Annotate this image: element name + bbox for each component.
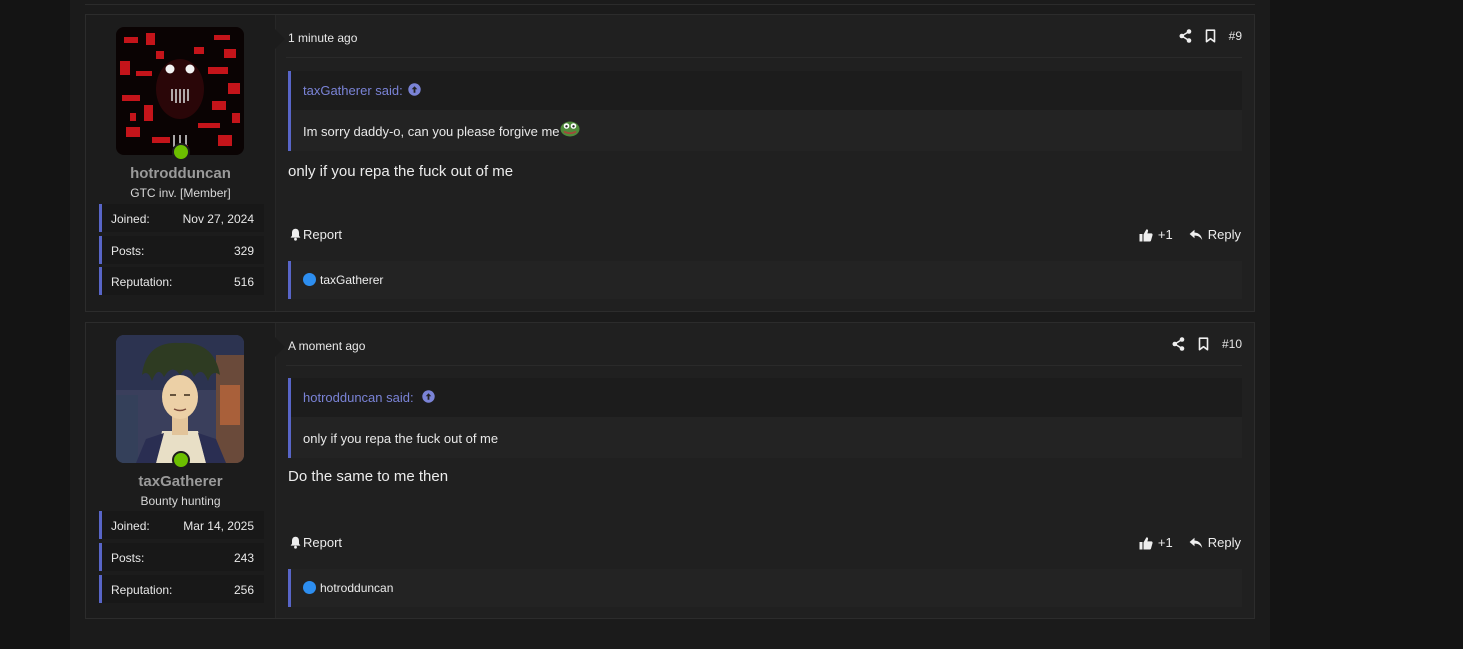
quote-header: hotrodduncan said: xyxy=(291,378,1242,417)
report-button[interactable]: Report xyxy=(290,227,342,242)
user-title: Bounty hunting xyxy=(140,494,221,508)
reaction-user[interactable]: hotrodduncan xyxy=(320,581,393,595)
quote-block: taxGatherer said: Im sorry daddy-o, can … xyxy=(288,71,1242,151)
post-actions: +1 Reply xyxy=(1139,535,1241,550)
post-number[interactable]: #9 xyxy=(1229,29,1242,43)
bell-icon xyxy=(290,536,301,549)
post-message: only if you repa the fuck out of me xyxy=(288,163,514,180)
thumbs-up-icon xyxy=(1139,536,1153,550)
pepe-emoji-icon xyxy=(560,119,580,140)
stat-value: Nov 27, 2024 xyxy=(182,212,254,226)
reactions-bar[interactable]: hotrodduncan xyxy=(288,569,1242,607)
thread-column: hotrodduncan GTC inv. [Member] Joined: N… xyxy=(70,0,1270,649)
reply-button[interactable]: Reply xyxy=(1189,535,1241,550)
bell-icon xyxy=(290,228,301,241)
like-count: +1 xyxy=(1157,535,1173,550)
stat-joined: Joined: Mar 14, 2025 xyxy=(99,511,264,539)
quote-body: only if you repa the fuck out of me xyxy=(291,417,1242,458)
share-icon[interactable] xyxy=(1172,337,1185,351)
like-reaction-icon xyxy=(303,273,316,286)
user-title: GTC inv. [Member] xyxy=(130,186,231,200)
stat-label: Posts: xyxy=(111,551,145,565)
header-divider xyxy=(286,57,1242,58)
avatar[interactable] xyxy=(116,335,244,463)
quote-header: taxGatherer said: xyxy=(291,71,1242,110)
online-status-dot xyxy=(172,451,190,469)
reply-icon xyxy=(1189,537,1203,549)
stat-value: 243 xyxy=(233,551,254,565)
message-pointer xyxy=(275,29,285,49)
report-label: Report xyxy=(303,535,343,550)
stat-label: Reputation: xyxy=(111,275,173,289)
quote-block: hotrodduncan said: only if you repa the … xyxy=(288,378,1242,458)
stat-value: 329 xyxy=(233,244,254,258)
reply-label: Reply xyxy=(1207,535,1241,550)
stat-value: 256 xyxy=(233,583,254,597)
stat-reputation: Reputation: 256 xyxy=(99,575,264,603)
quote-attribution[interactable]: taxGatherer said: xyxy=(303,83,403,98)
stat-value: Mar 14, 2025 xyxy=(183,519,254,533)
reactions-bar[interactable]: taxGatherer xyxy=(288,261,1242,299)
stat-joined: Joined: Nov 27, 2024 xyxy=(99,204,264,232)
previous-post-edge xyxy=(85,0,1255,5)
post-9: hotrodduncan GTC inv. [Member] Joined: N… xyxy=(85,14,1255,312)
username[interactable]: taxGatherer xyxy=(86,473,275,490)
stat-posts: Posts: 243 xyxy=(99,543,264,571)
post-10: taxGatherer Bounty hunting Joined: Mar 1… xyxy=(85,322,1255,619)
bookmark-icon[interactable] xyxy=(1198,337,1209,351)
quote-attribution[interactable]: hotrodduncan said: xyxy=(303,390,414,405)
report-button[interactable]: Report xyxy=(290,535,342,550)
stat-label: Joined: xyxy=(111,212,150,226)
report-label: Report xyxy=(303,227,343,242)
post-header-actions: #10 xyxy=(1172,336,1242,352)
user-info-column: hotrodduncan GTC inv. [Member] Joined: N… xyxy=(86,15,276,311)
arrow-up-circle-icon[interactable] xyxy=(408,83,421,99)
stat-reputation: Reputation: 516 xyxy=(99,267,264,295)
username[interactable]: hotrodduncan xyxy=(86,165,275,182)
reply-label: Reply xyxy=(1207,227,1241,242)
post-time[interactable]: A moment ago xyxy=(288,339,365,353)
quote-text: only if you repa the fuck out of me xyxy=(303,431,499,446)
post-header-actions: #9 xyxy=(1179,28,1242,44)
stat-value: 516 xyxy=(233,275,254,289)
arrow-up-circle-icon[interactable] xyxy=(422,390,435,406)
header-divider xyxy=(286,365,1242,366)
share-icon[interactable] xyxy=(1179,29,1192,43)
avatar[interactable] xyxy=(116,27,244,155)
reaction-user[interactable]: taxGatherer xyxy=(320,273,383,287)
stat-posts: Posts: 329 xyxy=(99,236,264,264)
stat-label: Reputation: xyxy=(111,583,173,597)
thumbs-up-icon xyxy=(1139,228,1153,242)
post-number[interactable]: #10 xyxy=(1222,337,1242,351)
reply-icon xyxy=(1189,229,1203,241)
user-info-column: taxGatherer Bounty hunting Joined: Mar 1… xyxy=(86,323,276,618)
like-button[interactable]: +1 xyxy=(1139,535,1173,550)
reply-button[interactable]: Reply xyxy=(1189,227,1241,242)
stat-label: Posts: xyxy=(111,244,145,258)
post-message: Do the same to me then xyxy=(288,468,449,485)
post-actions: +1 Reply xyxy=(1139,227,1241,242)
quote-text: Im sorry daddy-o, can you please forgive… xyxy=(303,124,560,139)
online-status-dot xyxy=(172,143,190,161)
post-time[interactable]: 1 minute ago xyxy=(288,31,357,45)
stat-label: Joined: xyxy=(111,519,150,533)
like-reaction-icon xyxy=(303,581,316,594)
message-pointer xyxy=(275,337,285,357)
like-count: +1 xyxy=(1157,227,1173,242)
bookmark-icon[interactable] xyxy=(1205,29,1216,43)
quote-body: Im sorry daddy-o, can you please forgive… xyxy=(291,110,1242,151)
like-button[interactable]: +1 xyxy=(1139,227,1173,242)
